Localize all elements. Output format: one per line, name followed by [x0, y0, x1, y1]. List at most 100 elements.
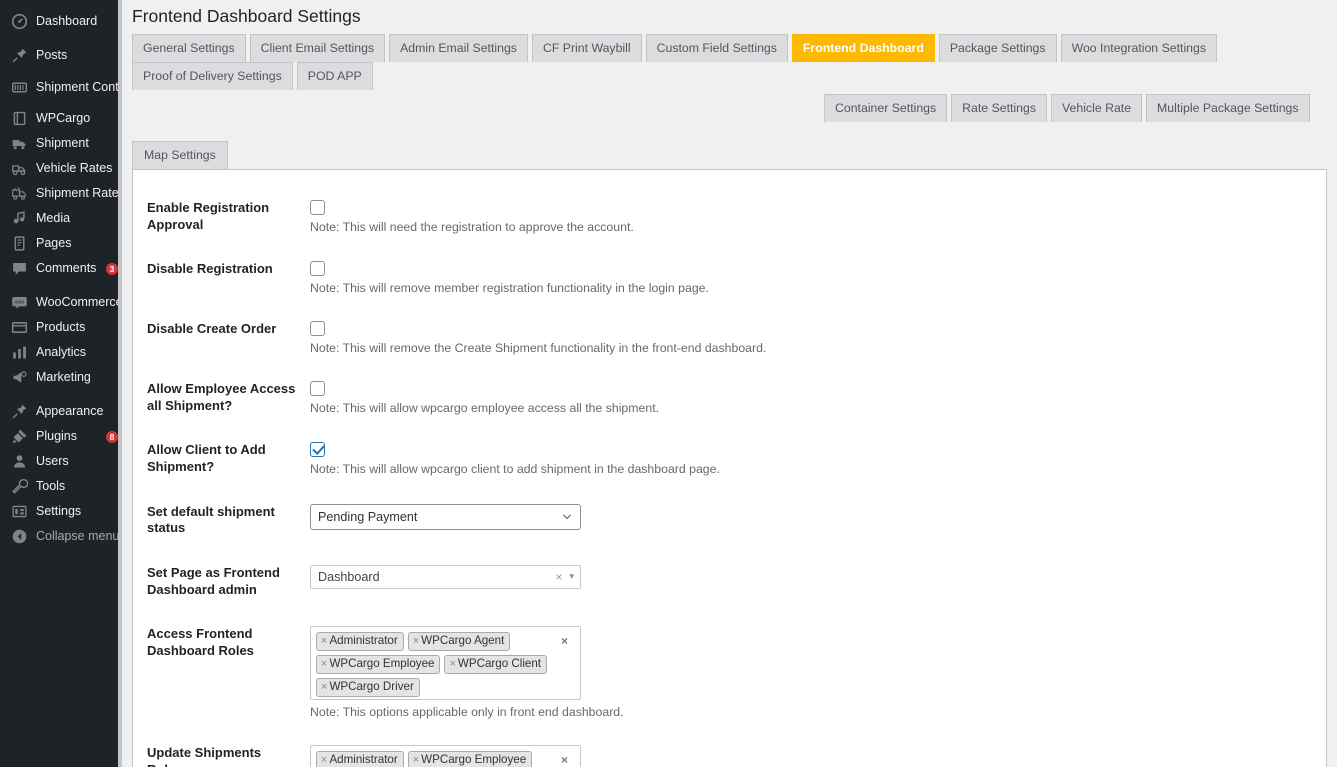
users-icon [9, 452, 29, 472]
sidebar-item-users[interactable]: Users [0, 449, 118, 474]
sidebar-item-pages[interactable]: Pages [0, 231, 118, 256]
sidebar-item-tools[interactable]: Tools [0, 474, 118, 499]
tag-remove-icon[interactable]: × [321, 754, 327, 766]
pin-icon [9, 46, 29, 66]
sidebar-item-analytics[interactable]: Analytics [0, 340, 118, 365]
sidebar-item-plugins[interactable]: Plugins 8 [0, 424, 118, 449]
sidebar-item-vehicle-rates[interactable]: Vehicle Rates [0, 156, 118, 181]
sidebar-item-shipment-container[interactable]: Shipment Container [0, 68, 146, 106]
sidebar-item-wpcargo[interactable]: WPCargo [0, 106, 118, 131]
tab-vehicle-rate[interactable]: Vehicle Rate [1051, 94, 1143, 122]
tab-rate-settings[interactable]: Rate Settings [951, 94, 1047, 122]
clear-all-icon[interactable]: × [561, 634, 568, 648]
label-text: Allow Client to Add Shipment? [147, 442, 266, 475]
tab-multiple-package-settings[interactable]: Multiple Package Settings [1146, 94, 1310, 122]
select-wrap-set-default-shipment-status: Pending Payment [310, 503, 581, 530]
sidebar-top-spacer [0, 0, 118, 9]
tab-admin-email-settings[interactable]: Admin Email Settings [389, 34, 528, 62]
label-text: Access Frontend Dashboard Roles [147, 626, 254, 658]
form-row-access-frontend-dashboard-roles: Access Frontend Dashboard Roles × Administ… [143, 612, 1223, 731]
tag-label: Administrator [329, 634, 398, 648]
sidebar-item-dashboard[interactable]: Dashboard [0, 9, 118, 34]
select2-tag: × Administrator [316, 751, 404, 767]
tab-container-settings[interactable]: Container Settings [824, 94, 948, 122]
dashboard-icon [9, 12, 29, 32]
sidebar-item-shipment[interactable]: Shipment [0, 131, 118, 156]
field-label-disable-registration: Disable Registration [143, 247, 310, 307]
field-label-set-default-shipment-status: Set default shipment status [143, 490, 310, 551]
subtab-map-settings[interactable]: Map Settings [132, 141, 228, 169]
tab-label: CF Print Waybill [542, 41, 631, 55]
checkbox-disable-create-order[interactable] [310, 321, 325, 337]
tab-label: Package Settings [949, 41, 1046, 55]
tab-package-settings[interactable]: Package Settings [938, 34, 1057, 62]
sidebar-item-label: Appearance [36, 404, 104, 419]
sidebar-item-media[interactable]: Media [0, 206, 118, 231]
checkbox-enable-registration-approval[interactable] [310, 200, 325, 215]
field-control-access-frontend-dashboard-roles: × Administrator × WPCargo Agent× WPCargo Emp… [310, 612, 1223, 731]
sidebar-item-posts[interactable]: Posts [0, 43, 118, 68]
tab-proof-of-delivery-settings[interactable]: Proof of Delivery Settings [132, 62, 293, 90]
tag-remove-icon[interactable]: × [321, 658, 327, 670]
checkbox-allow-employee-access-all-shipment[interactable] [310, 381, 325, 397]
truck-icon [9, 134, 29, 154]
sidebar-item-label: WPCargo [36, 111, 91, 126]
sub-tabs: Map Settings [132, 141, 1337, 169]
sidebar-item-marketing[interactable]: Marketing [0, 365, 118, 390]
sidebar-item-appearance[interactable]: Appearance [0, 399, 118, 424]
sidebar-item-label: Dashboard [36, 14, 98, 29]
tab-general-settings[interactable]: General Settings [132, 34, 246, 62]
sidebar-item-label: Collapse menu [36, 529, 120, 544]
settings-tabs-row-2: Container Settings Rate Settings Vehicle R… [132, 94, 1337, 122]
sidebar-item-settings[interactable]: Settings [0, 499, 118, 524]
tab-label: Client Email Settings [260, 41, 375, 55]
appearance-icon [9, 402, 29, 422]
media-icon [9, 209, 29, 229]
select2-multi-access-frontend-dashboard-roles[interactable]: × Administrator × WPCargo Agent× WPCargo Emp… [310, 626, 581, 701]
sidebar-item-comments[interactable]: Comments 3 [0, 256, 118, 281]
tab-client-email-settings[interactable]: Client Email Settings [249, 34, 386, 62]
tag-remove-icon[interactable]: × [413, 754, 419, 766]
sidebar-item-shipment-rates[interactable]: Shipment Rates [0, 181, 125, 206]
tab-label: POD APP [307, 69, 362, 83]
sidebar-item-label: Shipment Rates [36, 186, 125, 201]
sidebar-item-products[interactable]: Products [0, 315, 118, 340]
main-content: Frontend Dashboard Settings General Sett… [122, 0, 1337, 767]
tag-remove-icon[interactable]: × [321, 635, 327, 647]
label-text: Disable Registration [147, 261, 273, 277]
sidebar-item-badge: 8 [106, 430, 118, 443]
select2-tag: × Administrator [316, 632, 404, 652]
pages-icon [9, 234, 29, 254]
select2-multi-update-shipments-roles[interactable]: × Administrator × WPCargo Employee × [310, 745, 581, 767]
tag-remove-icon[interactable]: × [321, 681, 327, 693]
tab-cf-print-waybill[interactable]: CF Print Waybill [531, 34, 642, 62]
tag-label: WPCargo Client [457, 657, 542, 671]
sidebar-item-label: Marketing [36, 370, 91, 385]
tab-pod-app[interactable]: POD APP [296, 62, 373, 90]
tools-icon [9, 477, 29, 497]
form-row-allow-client-to-add-shipment: Allow Client to Add Shipment? Note: This … [143, 428, 1223, 489]
sidebar-item-label: Posts [36, 48, 68, 63]
checkbox-allow-client-to-add-shipment[interactable] [310, 442, 325, 458]
clear-icon[interactable]: × [555, 570, 562, 584]
tab-frontend-dashboard[interactable]: Frontend Dashboard [791, 34, 935, 62]
select2-single-set-page-as-frontend-dashboard-admin[interactable]: Dashboard × ▾ [310, 564, 581, 589]
sidebar-item-label: Comments [36, 261, 97, 276]
clear-all-icon[interactable]: × [561, 753, 568, 767]
tag-remove-icon[interactable]: × [449, 658, 455, 670]
label-text: Disable Create Order [147, 321, 277, 337]
sidebar-item-woocommerce[interactable]: woo WooCommerce [0, 290, 123, 315]
form-row-enable-registration-approval: Enable Registration Approval Note: This w… [143, 186, 1223, 247]
select-set-default-shipment-status[interactable]: Pending Payment [310, 503, 581, 530]
tag-remove-icon[interactable]: × [413, 635, 419, 647]
sidebar-item-badge: 3 [106, 262, 118, 275]
field-note-access-frontend-dashboard-roles: Note: This options applicable only in fr… [310, 705, 624, 720]
tab-woo-integration-settings[interactable]: Woo Integration Settings [1060, 34, 1217, 62]
checkbox-disable-registration[interactable] [310, 261, 325, 277]
chevron-down-icon[interactable]: ▾ [569, 571, 574, 582]
sidebar-item-label: Plugins [36, 429, 77, 444]
label-text: Update Shipments Roles [147, 745, 262, 767]
sidebar-item-collapse-menu[interactable]: Collapse menu [0, 524, 120, 549]
tab-custom-field-settings[interactable]: Custom Field Settings [645, 34, 788, 62]
field-control-update-shipments-roles: ×Administrator×WPCargo Employee×Note: Th… [310, 731, 1223, 767]
